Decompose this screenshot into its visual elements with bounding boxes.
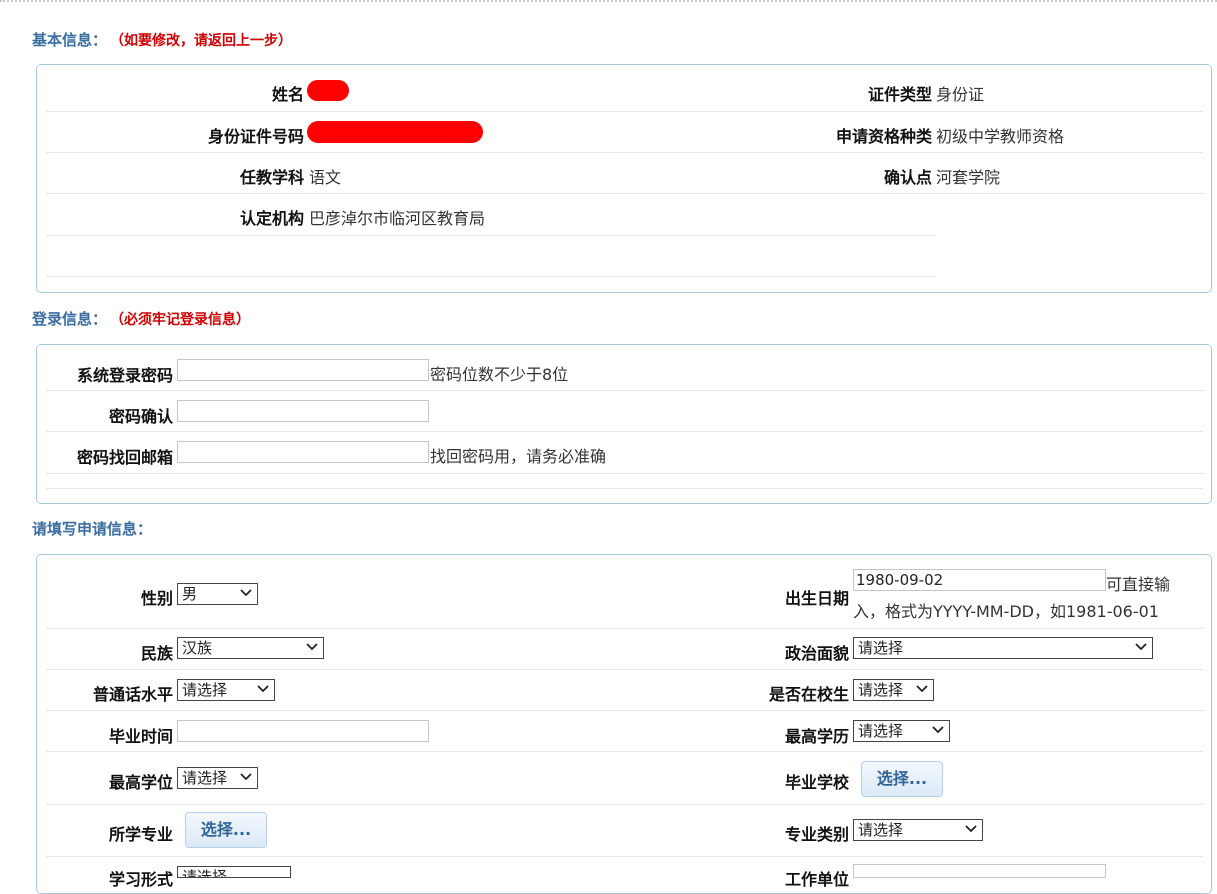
gender-label: 性别	[140, 589, 173, 608]
chevron-down-icon	[965, 825, 977, 833]
in-school-label: 是否在校生	[768, 685, 849, 704]
study-form-label: 学习形式	[108, 870, 173, 889]
password-confirm-input[interactable]	[177, 400, 429, 422]
study-form-selected-value: 请选择	[182, 868, 228, 878]
education-label: 最高学历	[784, 727, 849, 746]
chevron-down-icon	[1135, 643, 1147, 651]
row-divider	[47, 804, 1203, 805]
political-label: 政治面貌	[784, 644, 849, 663]
in-school-select[interactable]: 请选择	[853, 679, 934, 701]
mandarin-selected-value: 请选择	[182, 681, 228, 699]
grad-time-label: 毕业时间	[108, 727, 173, 746]
row-divider	[47, 193, 1203, 194]
row-divider	[47, 488, 1203, 489]
agency-value: 巴彦淖尔市临河区教育局	[309, 209, 486, 228]
confirm-point-value: 河套学院	[936, 168, 1001, 187]
birth-date-hint-line1: 可直接输	[1106, 575, 1171, 594]
row-divider	[47, 235, 935, 236]
choose-school-button[interactable]: 选择...	[861, 761, 943, 797]
education-select[interactable]: 请选择	[853, 720, 950, 742]
qual-type-label: 申请资格种类	[835, 127, 932, 146]
school-label: 毕业学校	[784, 773, 849, 792]
mandarin-label: 普通话水平	[92, 685, 173, 704]
row-divider	[47, 111, 1203, 112]
row-divider	[47, 751, 1203, 752]
recovery-email-hint: 找回密码用，请务必准确	[430, 447, 607, 466]
mandarin-select[interactable]: 请选择	[177, 679, 275, 701]
degree-label: 最高学位	[108, 773, 173, 792]
confirm-point-label: 确认点	[883, 168, 932, 187]
ethnic-selected-value: 汉族	[182, 639, 213, 657]
basic-info-title: 基本信息： （如要修改，请返回上一步）	[32, 29, 292, 50]
birth-date-input[interactable]	[853, 569, 1106, 591]
password-hint: 密码位数不少于8位	[430, 365, 569, 384]
major-category-selected-value: 请选择	[858, 821, 904, 839]
chevron-down-icon	[306, 643, 318, 651]
row-divider	[47, 431, 1203, 432]
degree-selected-value: 请选择	[182, 769, 228, 787]
education-selected-value: 请选择	[858, 722, 904, 740]
basic-info-panel	[36, 64, 1212, 293]
password-label: 系统登录密码	[76, 366, 173, 385]
agency-label: 认定机构	[239, 209, 304, 228]
subject-label: 任教学科	[239, 168, 304, 187]
grad-time-input[interactable]	[177, 720, 429, 742]
row-divider	[47, 710, 1203, 711]
id-number-redaction	[307, 121, 483, 143]
recovery-email-label: 密码找回邮箱	[76, 448, 173, 467]
work-unit-label: 工作单位	[784, 870, 849, 889]
work-unit-input[interactable]	[853, 864, 1106, 878]
row-divider	[47, 856, 1203, 857]
login-info-title: 登录信息： （必须牢记登录信息）	[32, 308, 250, 329]
basic-info-note: （如要修改，请返回上一步）	[117, 33, 293, 49]
birth-date-hint-line2: 入，格式为YYYY-MM-DD，如1981-06-01	[853, 602, 1159, 621]
subject-value: 语文	[309, 168, 342, 187]
chevron-down-icon	[240, 589, 252, 597]
id-type-label: 证件类型	[867, 85, 932, 104]
row-divider	[47, 276, 935, 277]
row-divider	[47, 152, 1203, 153]
row-divider	[47, 628, 1203, 629]
study-form-select[interactable]: 请选择	[177, 866, 291, 878]
password-confirm-label: 密码确认	[108, 407, 173, 426]
major-category-select[interactable]: 请选择	[853, 819, 983, 841]
degree-select[interactable]: 请选择	[177, 767, 258, 789]
id-type-value: 身份证	[936, 85, 985, 104]
chevron-down-icon	[257, 685, 269, 693]
password-input[interactable]	[177, 359, 429, 381]
row-divider	[47, 473, 1203, 474]
in-school-selected-value: 请选择	[858, 681, 904, 699]
political-selected-value: 请选择	[858, 639, 904, 657]
gender-select[interactable]: 男	[177, 583, 258, 605]
apply-info-heading: 请填写申请信息：	[32, 520, 153, 538]
name-label: 姓名	[271, 85, 304, 104]
login-info-note: （必须牢记登录信息）	[117, 312, 251, 328]
chevron-down-icon	[240, 773, 252, 781]
qual-type-value: 初级中学教师资格	[936, 127, 1065, 146]
ethnic-select[interactable]: 汉族	[177, 637, 324, 659]
ethnic-label: 民族	[140, 644, 173, 663]
chevron-down-icon	[916, 685, 928, 693]
id-number-label: 身份证件号码	[207, 127, 304, 146]
political-select[interactable]: 请选择	[853, 637, 1153, 659]
row-divider	[47, 390, 1203, 391]
basic-info-heading: 基本信息：	[32, 31, 108, 49]
choose-major-button[interactable]: 选择...	[185, 812, 267, 848]
apply-info-title: 请填写申请信息：	[32, 518, 152, 539]
birth-date-label: 出生日期	[784, 589, 849, 608]
name-redaction	[307, 80, 349, 101]
chevron-down-icon	[932, 726, 944, 734]
top-divider	[0, 0, 1217, 2]
major-category-label: 专业类别	[784, 825, 849, 844]
login-info-heading: 登录信息：	[32, 310, 108, 328]
row-divider	[47, 669, 1203, 670]
gender-selected-value: 男	[182, 585, 198, 603]
recovery-email-input[interactable]	[177, 441, 429, 463]
major-label: 所学专业	[108, 825, 173, 844]
